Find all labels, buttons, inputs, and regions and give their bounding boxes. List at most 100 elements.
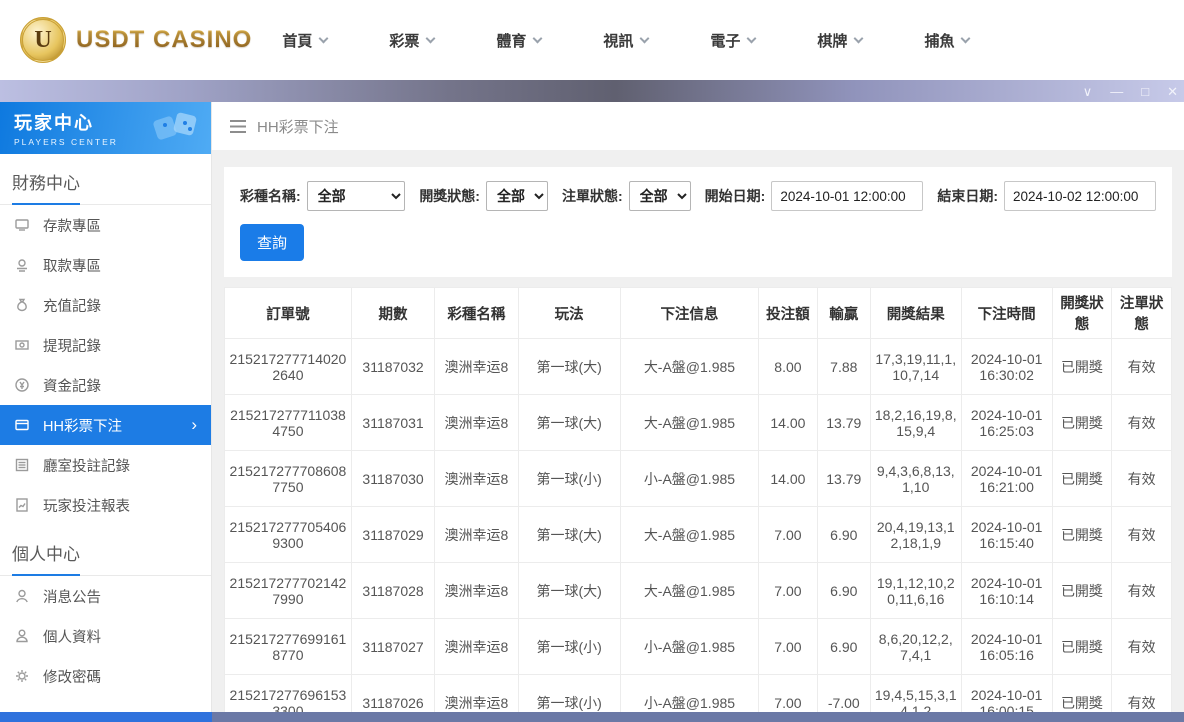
end-date-input[interactable] <box>1004 181 1156 211</box>
table-cell: 2152172776991618770 <box>225 619 352 675</box>
start-date-input[interactable] <box>771 181 923 211</box>
chevron-down-icon <box>640 33 650 43</box>
breadcrumb: HH彩票下注 <box>212 102 1184 150</box>
table-cell: 澳洲幸运8 <box>435 339 518 395</box>
sidebar-item-label: HH彩票下注 <box>43 415 122 436</box>
table-cell: 17,3,19,11,1,10,7,14 <box>870 339 961 395</box>
report-icon <box>14 497 30 513</box>
table-cell: 6.90 <box>817 507 870 563</box>
sidebar-item-room-bet-records[interactable]: 廳室投註記錄 <box>0 445 211 485</box>
nav-item-sports[interactable]: 體育 <box>496 30 541 51</box>
sidebar-item-announcements[interactable]: 消息公告 <box>0 576 211 616</box>
table-row: 215217277714020264031187032澳洲幸运8第一球(大)大-… <box>225 339 1172 395</box>
table-cell: 有效 <box>1112 507 1172 563</box>
table-cell: 第一球(大) <box>518 395 620 451</box>
table-cell: 已開獎 <box>1052 451 1112 507</box>
table-cell: 已開獎 <box>1052 395 1112 451</box>
column-header: 期數 <box>351 288 434 339</box>
nav-item-lottery[interactable]: 彩票 <box>389 30 434 51</box>
section-header-finance: 財務中心 <box>0 154 211 205</box>
sidebar-item-profile[interactable]: 個人資料 <box>0 616 211 656</box>
nav-item-home[interactable]: 首頁 <box>282 30 327 51</box>
table-cell: 2152172777086087750 <box>225 451 352 507</box>
sidebar-item-withdrawal-records[interactable]: 提現記錄 <box>0 325 211 365</box>
table-row: 215217277705406930031187029澳洲幸运8第一球(大)大-… <box>225 507 1172 563</box>
ticket-icon <box>14 417 30 433</box>
nav-item-label: 電子 <box>710 30 740 51</box>
page-title: HH彩票下注 <box>257 116 339 137</box>
query-button[interactable]: 查詢 <box>240 224 304 261</box>
table-cell: 2024-10-01 16:05:16 <box>961 619 1052 675</box>
table-row: 215217277702142799031187028澳洲幸运8第一球(大)大-… <box>225 563 1172 619</box>
table-cell: 第一球(小) <box>518 619 620 675</box>
table-cell: 7.88 <box>817 339 870 395</box>
table-cell: 2152172777021427990 <box>225 563 352 619</box>
table-cell: 第一球(大) <box>518 339 620 395</box>
chevron-down-icon <box>426 33 436 43</box>
nav-item-label: 體育 <box>496 30 526 51</box>
table-cell: 已開獎 <box>1052 507 1112 563</box>
nav-item-video[interactable]: 視訊 <box>603 30 648 51</box>
table-cell: 第一球(大) <box>518 507 620 563</box>
table-cell: 澳洲幸运8 <box>435 619 518 675</box>
column-header: 下注信息 <box>620 288 758 339</box>
table-cell: 31187028 <box>351 563 434 619</box>
main-content: HH彩票下注 彩種名稱: 全部 開獎狀態: 全部 注單狀態: 全部 <box>212 102 1184 712</box>
minimize-icon[interactable]: — <box>1110 85 1123 98</box>
section-header-personal: 個人中心 <box>0 525 211 576</box>
nav-item-label: 棋牌 <box>817 30 847 51</box>
bottom-bar-left <box>0 712 212 722</box>
nav-item-label: 捕魚 <box>924 30 954 51</box>
table-cell: 31187029 <box>351 507 434 563</box>
table-cell: 有效 <box>1112 563 1172 619</box>
app-window: U USDT CASINO 首頁 彩票 體育 視訊 電子 <box>0 0 1184 722</box>
table-cell: 14.00 <box>759 395 818 451</box>
lottery-name-label: 彩種名稱: <box>240 186 301 206</box>
order-status-select[interactable]: 全部 <box>629 181 691 211</box>
chevron-down-icon <box>854 33 864 43</box>
nav-item-cards[interactable]: 棋牌 <box>817 30 862 51</box>
table-row: 215217277699161877031187027澳洲幸运8第一球(小)小-… <box>225 619 1172 675</box>
table-cell: 第一球(大) <box>518 563 620 619</box>
list-icon <box>14 457 30 473</box>
table-cell: 2152172777140202640 <box>225 339 352 395</box>
table-cell: 7.00 <box>759 675 818 713</box>
bottom-bar-scroll[interactable] <box>212 712 1184 722</box>
column-header: 開獎結果 <box>870 288 961 339</box>
bets-table: 訂單號期數彩種名稱玩法下注信息投注額輸贏開獎結果下注時間開獎狀態注單狀態 215… <box>224 287 1172 712</box>
sidebar-item-deposit[interactable]: 存款專區 <box>0 205 211 245</box>
maximize-icon[interactable]: □ <box>1141 85 1149 98</box>
table-cell: 2024-10-01 16:15:40 <box>961 507 1052 563</box>
table-cell: 2024-10-01 16:21:00 <box>961 451 1052 507</box>
table-cell: 小-A盤@1.985 <box>620 619 758 675</box>
sidebar-item-label: 取款專區 <box>43 255 101 276</box>
sidebar-header: 玩家中心 PLAYERS CENTER <box>0 102 211 154</box>
window-title-bar: ∨ — □ ✕ <box>0 80 1184 102</box>
nav-item-slots[interactable]: 電子 <box>710 30 755 51</box>
sidebar: 玩家中心 PLAYERS CENTER 財務中心 存款專區 取款專區 <box>0 102 212 712</box>
sidebar-item-label: 消息公告 <box>43 586 101 607</box>
table-cell: 2024-10-01 16:10:14 <box>961 563 1052 619</box>
withdraw-icon <box>14 257 30 273</box>
table-cell: 8.00 <box>759 339 818 395</box>
draw-status-select[interactable]: 全部 <box>486 181 548 211</box>
sidebar-item-funds-records[interactable]: 資金記錄 <box>0 365 211 405</box>
sidebar-item-withdraw[interactable]: 取款專區 <box>0 245 211 285</box>
close-icon[interactable]: ✕ <box>1167 85 1178 98</box>
nav-item-fishing[interactable]: 捕魚 <box>924 30 969 51</box>
sidebar-item-recharge-records[interactable]: 充值記錄 <box>0 285 211 325</box>
lottery-name-select[interactable]: 全部 <box>307 181 406 211</box>
table-cell: 2024-10-01 16:25:03 <box>961 395 1052 451</box>
table-cell: 已開獎 <box>1052 619 1112 675</box>
table-cell: 2152172777110384750 <box>225 395 352 451</box>
sidebar-item-hh-lottery-bets[interactable]: HH彩票下注 › <box>0 405 211 445</box>
table-cell: 31187031 <box>351 395 434 451</box>
table-cell: 大-A盤@1.985 <box>620 339 758 395</box>
bottom-bar <box>0 712 1184 722</box>
table-cell: 大-A盤@1.985 <box>620 563 758 619</box>
hamburger-icon[interactable] <box>230 120 246 133</box>
sidebar-item-player-bet-report[interactable]: 玩家投注報表 <box>0 485 211 525</box>
collapse-icon[interactable]: ∨ <box>1083 85 1093 98</box>
sidebar-item-change-password[interactable]: 修改密碼 <box>0 656 211 696</box>
brand-logo[interactable]: U USDT CASINO <box>20 17 252 63</box>
